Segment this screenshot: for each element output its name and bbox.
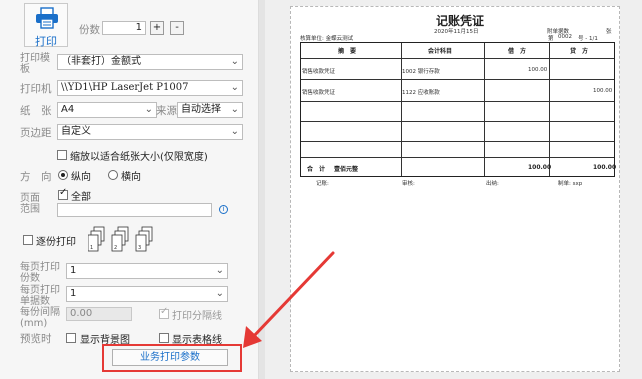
row-1-account: 1002 银行存款 xyxy=(402,69,440,75)
copies-plus-button[interactable]: + xyxy=(150,21,164,35)
paper-select[interactable]: A4 ⌄ xyxy=(57,102,157,118)
source-select[interactable]: 自动选择 ⌄ xyxy=(177,102,243,118)
collate-checkbox[interactable] xyxy=(23,235,33,245)
template-value: （非套打）金额式 xyxy=(61,56,141,67)
copies-value: 1 xyxy=(135,22,142,33)
landscape-label: 横向 xyxy=(121,172,141,183)
chevron-down-icon: ⌄ xyxy=(230,104,239,115)
row-1-debit: 100.00 xyxy=(528,67,548,73)
paper-value: A4 xyxy=(61,104,75,115)
header-debit: 借 方 xyxy=(508,48,527,55)
chevron-down-icon: ⌄ xyxy=(230,82,239,93)
footer-reviewer: 审核: xyxy=(402,181,415,187)
copies-input[interactable]: 1 xyxy=(102,21,146,35)
per-page-docs-value: 1 xyxy=(70,288,77,299)
chevron-down-icon: ⌄ xyxy=(215,265,224,276)
direction-label: 方 向 xyxy=(20,171,52,183)
preview-scrollbar[interactable] xyxy=(259,0,265,379)
chevron-down-icon: ⌄ xyxy=(230,126,239,137)
row-2-summary: 销售收款凭证 xyxy=(302,90,336,96)
footer-cashier: 出纳: xyxy=(486,181,499,187)
svg-text:2: 2 xyxy=(114,245,117,251)
margin-select[interactable]: 自定义 ⌄ xyxy=(57,124,243,140)
all-pages-label: 全部 xyxy=(71,192,91,203)
printer-select[interactable]: \\YD1\HP LaserJet P1007 ⌄ xyxy=(57,80,243,96)
template-label: 打印模板 xyxy=(20,53,50,75)
preview-label: 预览时 xyxy=(20,333,52,345)
all-pages-checkbox[interactable] xyxy=(58,187,68,200)
row-1-summary: 销售收款凭证 xyxy=(302,69,336,75)
per-page-copies-value: 1 xyxy=(70,265,77,276)
annotation-highlight-box xyxy=(102,344,242,372)
portrait-radio[interactable] xyxy=(58,170,68,180)
separator-label: 打印分隔线 xyxy=(172,311,222,322)
print-button[interactable]: 打印 xyxy=(24,3,68,48)
shrink-checkbox[interactable] xyxy=(57,150,67,160)
total-credit: 100.00 xyxy=(593,164,617,171)
voucher-no-value: 0002 xyxy=(558,34,572,40)
voucher-company: 核算单位: 金蝶云测试 xyxy=(300,36,354,42)
footer-maker: 制单: sxp xyxy=(558,181,583,187)
svg-text:3: 3 xyxy=(138,245,141,251)
info-icon[interactable]: i xyxy=(219,205,228,214)
copies-label: 份数 xyxy=(79,24,100,36)
chevron-down-icon: ⌄ xyxy=(215,288,224,299)
spacing-input[interactable]: 0.00 xyxy=(66,307,132,321)
template-select[interactable]: （非套打）金额式 ⌄ xyxy=(57,54,243,70)
printer-label: 打印机 xyxy=(20,83,52,95)
source-value: 自动选择 xyxy=(181,104,221,115)
voucher-table xyxy=(300,42,615,177)
chevron-down-icon: ⌄ xyxy=(144,104,153,115)
show-grid-checkbox[interactable] xyxy=(159,333,169,343)
page-range-label: 页面范围 xyxy=(20,193,40,215)
per-page-copies-select[interactable]: 1 ⌄ xyxy=(66,263,228,279)
spacing-label: 每份间隔(mm) xyxy=(20,307,60,329)
total-debit: 100.00 xyxy=(528,164,552,171)
voucher-date: 2020年11月15日 xyxy=(434,29,479,35)
margin-label: 页边距 xyxy=(20,127,52,139)
total-label: 合 计 xyxy=(307,166,326,173)
voucher-attach-unit: 张 xyxy=(606,29,612,35)
chevron-down-icon: ⌄ xyxy=(230,56,239,67)
collate-label: 逐份打印 xyxy=(36,237,76,248)
svg-text:1: 1 xyxy=(90,245,93,251)
print-settings-panel: 打印 份数 1 + - 打印模板 （非套打）金额式 ⌄ 打印机 \\YD1\HP… xyxy=(0,0,259,379)
shrink-label: 缩放以适合纸张大小(仅限宽度) xyxy=(70,152,208,163)
per-page-docs-label: 每页打印单据数 xyxy=(20,285,60,307)
header-summary: 摘 要 xyxy=(338,48,357,55)
printer-value: \\YD1\HP LaserJet P1007 xyxy=(61,82,189,93)
paper-label: 纸 张 xyxy=(20,105,52,117)
row-2-account: 1122 应收账款 xyxy=(402,90,440,96)
print-button-label: 打印 xyxy=(35,35,57,48)
margin-value: 自定义 xyxy=(61,126,91,137)
header-credit: 贷 方 xyxy=(570,48,589,55)
voucher-no-suffix: 号 - 1/1 xyxy=(578,36,598,42)
footer-bookkeeper: 记账: xyxy=(316,181,329,187)
copies-minus-button[interactable]: - xyxy=(170,21,184,35)
printer-icon xyxy=(36,7,58,29)
voucher-no-label: 第 xyxy=(548,36,554,42)
header-account: 会计科目 xyxy=(428,48,453,55)
page-range-input[interactable] xyxy=(57,203,212,217)
total-text: 壹佰元整 xyxy=(334,166,359,173)
row-2-credit: 100.00 xyxy=(593,88,613,94)
collate-pages-icon: 1 2 3 xyxy=(88,226,153,252)
per-page-docs-select[interactable]: 1 ⌄ xyxy=(66,286,228,302)
source-label: 来源 xyxy=(156,105,177,117)
separator-checkbox[interactable] xyxy=(159,306,169,319)
spacing-value: 0.00 xyxy=(70,308,93,319)
landscape-radio[interactable] xyxy=(108,170,118,180)
per-page-copies-label: 每页打印份数 xyxy=(20,262,60,284)
show-background-checkbox[interactable] xyxy=(66,333,76,343)
portrait-label: 纵向 xyxy=(71,172,91,183)
